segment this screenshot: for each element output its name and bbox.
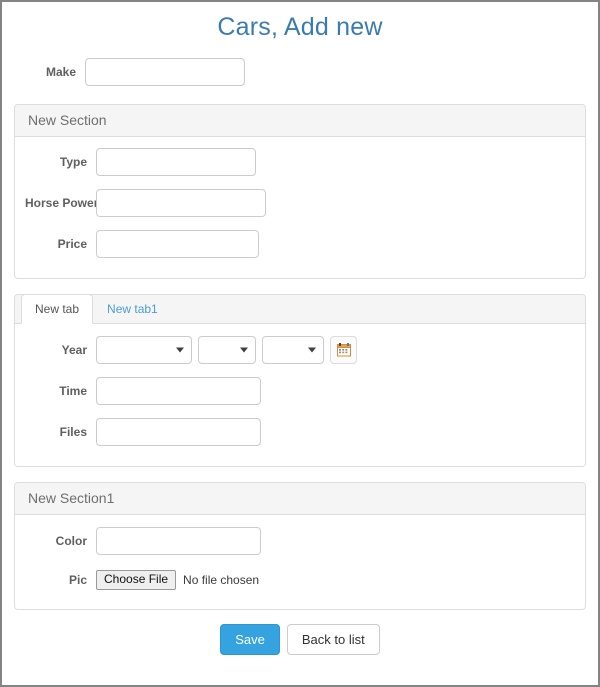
- section-new-section: New Section Type Horse Power Price: [14, 104, 586, 279]
- section-new-section1: New Section1 Color Pic Choose File No fi…: [14, 482, 586, 610]
- year-row: Year: [25, 336, 575, 364]
- files-input[interactable]: [96, 418, 261, 446]
- color-row: Color: [25, 527, 575, 555]
- page-title: Cars, Add new: [217, 13, 383, 41]
- tab-panel-body: Year Time Files: [15, 324, 585, 466]
- page-inner: Cars, Add new Make New Section Type Hors…: [2, 12, 598, 655]
- form-page: Cars, Add new Make New Section Type Hors…: [0, 0, 600, 687]
- color-input[interactable]: [96, 527, 261, 555]
- files-row: Files: [25, 418, 575, 446]
- files-label: Files: [59, 425, 87, 439]
- tab-new-tab[interactable]: New tab: [21, 294, 94, 324]
- pic-row: Pic Choose File No file chosen: [25, 570, 575, 590]
- file-status-text: No file chosen: [183, 573, 260, 587]
- form-actions: Save Back to list: [14, 624, 586, 655]
- save-button[interactable]: Save: [220, 624, 280, 655]
- section-new-section1-header: New Section1: [15, 483, 585, 515]
- time-row: Time: [25, 377, 575, 405]
- chevron-down-icon: [240, 347, 248, 353]
- type-row: Type: [25, 148, 575, 176]
- pic-label: Pic: [68, 573, 87, 587]
- back-to-list-button[interactable]: Back to list: [286, 624, 380, 655]
- horse-power-label: Horse Power: [25, 196, 99, 210]
- time-label: Time: [59, 384, 87, 398]
- year-select-1[interactable]: [96, 336, 192, 364]
- section-new-section-header: New Section: [15, 105, 585, 137]
- calendar-button[interactable]: [330, 336, 357, 364]
- price-row: Price: [25, 230, 575, 258]
- make-row: Make: [14, 58, 586, 86]
- year-label: Year: [61, 343, 87, 357]
- horse-power-input[interactable]: [96, 189, 266, 217]
- price-label: Price: [57, 237, 87, 251]
- type-input[interactable]: [96, 148, 256, 176]
- time-input[interactable]: [96, 377, 261, 405]
- year-select-2[interactable]: [198, 336, 256, 364]
- tab-panel: New tab New tab1 Year Time Files: [14, 294, 586, 467]
- chevron-down-icon: [308, 347, 316, 353]
- section-new-section1-body: Color Pic Choose File No file chosen: [15, 515, 585, 609]
- choose-file-button[interactable]: Choose File: [96, 570, 177, 590]
- tab-new-tab1[interactable]: New tab1: [93, 294, 172, 324]
- type-label: Type: [59, 155, 87, 169]
- make-input[interactable]: [85, 58, 245, 86]
- section-new-section-body: Type Horse Power Price: [15, 137, 585, 278]
- price-input[interactable]: [96, 230, 259, 258]
- color-label: Color: [55, 534, 87, 548]
- chevron-down-icon: [176, 347, 184, 353]
- horse-power-row: Horse Power: [25, 189, 575, 217]
- calendar-icon: [336, 343, 351, 357]
- make-label: Make: [45, 65, 76, 79]
- pic-file-input[interactable]: Choose File No file chosen: [96, 570, 259, 590]
- tab-strip: New tab New tab1: [15, 294, 585, 324]
- year-select-3[interactable]: [262, 336, 324, 364]
